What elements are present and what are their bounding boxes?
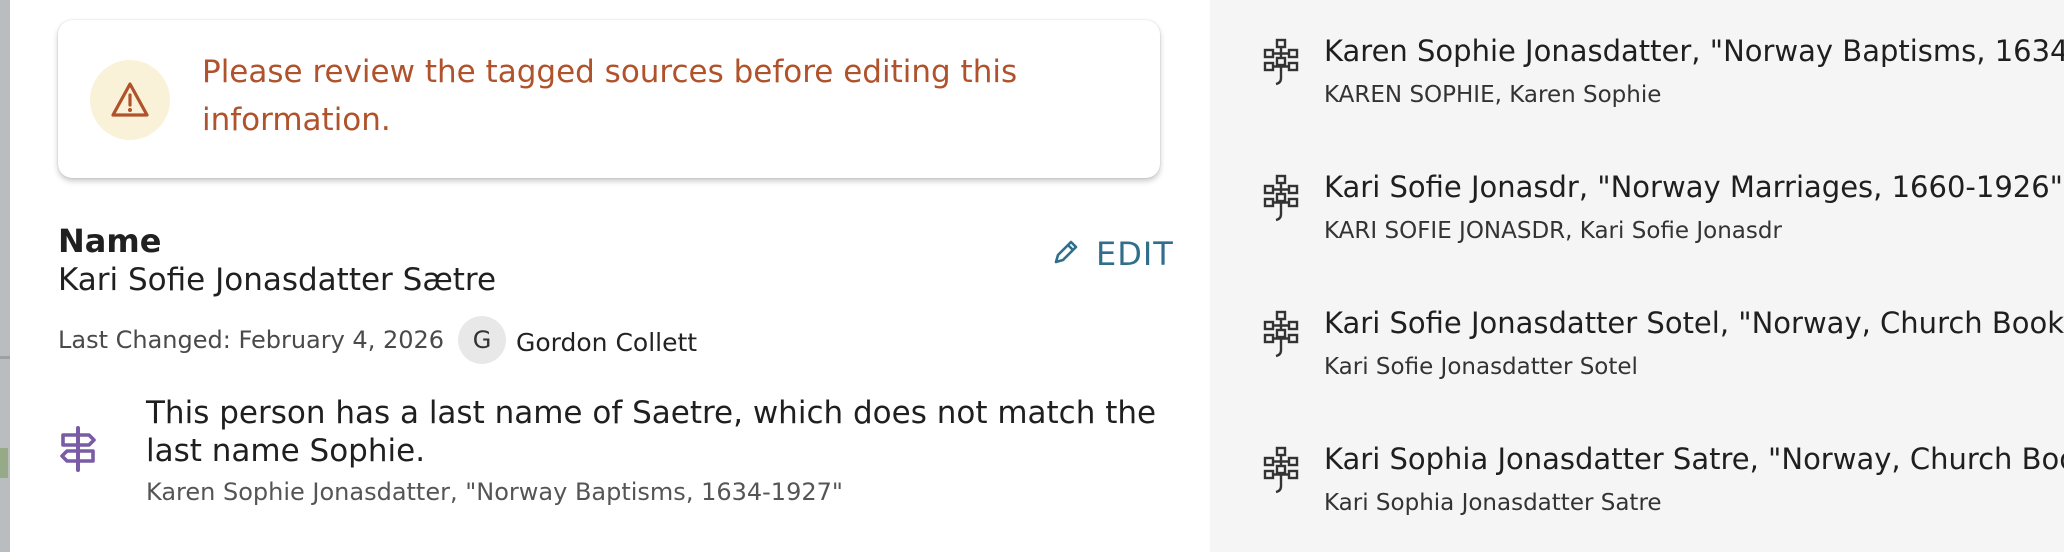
source-title[interactable]: Kari Sophia Jonasdatter Satre, "Norway, …	[1324, 442, 2064, 476]
discrepancy-message: This person has a last name of Saetre, w…	[146, 395, 1157, 469]
left-window-edge	[0, 0, 10, 552]
source-title[interactable]: Kari Sofie Jonasdr, "Norway Marriages, 1…	[1324, 170, 2063, 204]
last-changed-text: Last Changed: February 4, 2026	[58, 326, 445, 354]
source-subtitle: Kari Sophia Jonasdatter Satre	[1324, 490, 1662, 516]
contributor-name[interactable]: Gordon Collett	[516, 328, 697, 357]
source-title[interactable]: Karen Sophie Jonasdatter, "Norway Baptis…	[1324, 34, 2064, 68]
warning-triangle-icon	[90, 60, 170, 140]
alert-message: Please review the tagged sources before …	[202, 54, 1018, 138]
source-subtitle: KARI SOFIE JONASDR, Kari Sofie Jonasdr	[1324, 218, 1782, 244]
name-label: Name	[58, 222, 162, 260]
family-tree-icon	[1262, 174, 1302, 226]
family-tree-icon	[1262, 446, 1302, 498]
family-tree-icon	[1262, 38, 1302, 90]
source-title[interactable]: Kari Sofie Jonasdatter Sotel, "Norway, C…	[1324, 306, 2064, 340]
source-item[interactable]: Karen Sophie Jonasdatter, "Norway Baptis…	[1210, 34, 2064, 134]
tagged-sources-panel: Karen Sophie Jonasdatter, "Norway Baptis…	[1210, 0, 2064, 552]
edit-label: EDIT	[1096, 235, 1174, 273]
review-sources-alert: Please review the tagged sources before …	[58, 20, 1160, 178]
source-subtitle: KAREN SOPHIE, Karen Sophie	[1324, 82, 1662, 108]
family-tree-icon	[1262, 310, 1302, 362]
avatar[interactable]: G	[458, 316, 506, 364]
source-item[interactable]: Kari Sophia Jonasdatter Satre, "Norway, …	[1210, 442, 2064, 542]
source-item[interactable]: Kari Sofie Jonasdr, "Norway Marriages, 1…	[1210, 170, 2064, 270]
signpost-icon	[58, 426, 98, 478]
person-detail-panel: Please review the tagged sources before …	[10, 0, 1210, 552]
pencil-icon	[1050, 236, 1082, 272]
source-item[interactable]: Kari Sofie Jonasdatter Sotel, "Norway, C…	[1210, 306, 2064, 406]
source-subtitle: Kari Sofie Jonasdatter Sotel	[1324, 354, 1638, 380]
edge-fragment	[0, 448, 8, 478]
edit-button[interactable]: EDIT	[1050, 232, 1174, 276]
edge-divider	[0, 356, 10, 359]
discrepancy-source: Karen Sophie Jonasdatter, "Norway Baptis…	[146, 478, 843, 506]
name-value: Kari Sofie Jonasdatter Sætre	[58, 262, 497, 298]
